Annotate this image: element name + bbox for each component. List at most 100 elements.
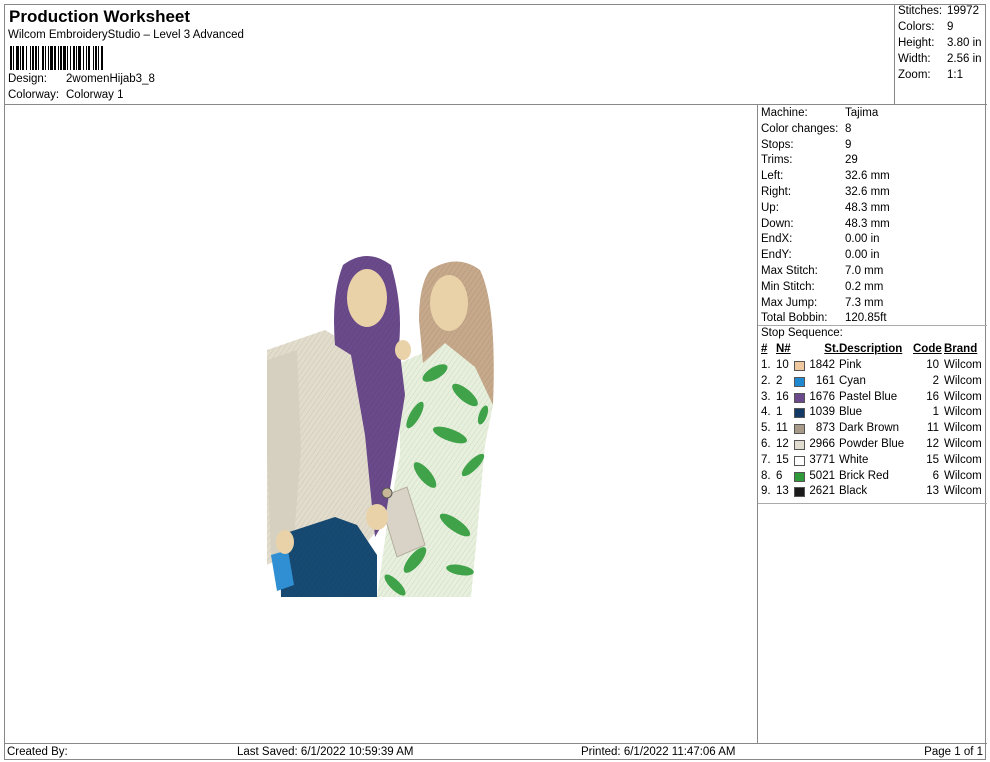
needle-number: 11 — [776, 422, 788, 435]
last-saved: Last Saved: 6/1/2022 10:59:39 AM — [237, 746, 414, 758]
thread-brand: Wilcom — [944, 422, 982, 435]
spec-row: Down: 48.3 mm — [761, 218, 890, 230]
thread-brand: Wilcom — [944, 374, 982, 387]
col-brand: Brand — [944, 343, 978, 355]
stop-index: 4. — [761, 406, 771, 419]
thread-brand: Wilcom — [944, 390, 982, 403]
spec-label: Down: — [761, 217, 794, 230]
design-summary: Stitches: 19972 Colors: 9 Height: 3.80 in W… — [895, 5, 987, 105]
stop-index: 2. — [761, 374, 771, 387]
thread-brand: Wilcom — [944, 438, 982, 450]
thread-description: Blue — [839, 406, 863, 419]
page-title: Production Worksheet — [9, 7, 191, 26]
stop-index: 8. — [761, 469, 771, 482]
design-name-row: Design: 2womenHijab3_8 — [8, 73, 155, 85]
spec-label: Total Bobbin: — [761, 312, 828, 325]
stop-sequence-title: Stop Sequence: — [761, 327, 843, 339]
stop-index: 6. — [761, 438, 771, 450]
thread-code: 16 — [926, 390, 939, 403]
spec-value: Tajima — [845, 107, 879, 119]
spec-label: Machine: — [761, 107, 808, 119]
col-index: # — [761, 343, 768, 355]
spec-row: Min Stitch: 0.2 mm — [761, 281, 883, 293]
software-name: Wilcom EmbroideryStudio – Level 3 Advanc… — [8, 29, 244, 41]
stop-row: 2. 2 161 Cyan 2 Wilcom — [761, 375, 987, 391]
spec-label: Up: — [761, 201, 779, 214]
created-by: Created By: — [7, 746, 68, 758]
spec-value: 120.85ft — [845, 312, 887, 325]
stop-row: 4. 1 1039 Blue 1 Wilcom — [761, 406, 987, 422]
design-label: Design: — [8, 73, 47, 85]
color-swatch — [794, 361, 805, 371]
stop-row: 1. 10 1842 Pink 10 Wilcom — [761, 359, 987, 375]
printed-date: Printed: 6/1/2022 11:47:06 AM — [581, 746, 736, 758]
thread-code: 12 — [926, 438, 939, 450]
stop-row: 7. 15 3771 White 15 Wilcom — [761, 454, 987, 470]
spec-row: Up: 48.3 mm — [761, 202, 890, 214]
colorway-label: Colorway: — [8, 89, 60, 101]
needle-number: 12 — [776, 438, 789, 450]
thread-code: 15 — [926, 453, 939, 466]
summary-stitches: Stitches: 19972 — [898, 5, 979, 17]
stop-index: 1. — [761, 359, 771, 371]
color-swatch — [794, 424, 805, 435]
spec-label: Color changes: — [761, 122, 839, 135]
colorway-value: Colorway 1 — [66, 89, 124, 101]
spec-row: Trims: 29 — [761, 154, 858, 166]
divider — [758, 325, 987, 326]
col-number: N# — [776, 343, 791, 355]
thread-description: Black — [839, 485, 868, 498]
thread-description: Dark Brown — [839, 422, 900, 435]
stop-row: 5. 11 873 Dark Brown 11 Wilcom — [761, 422, 987, 438]
color-swatch — [794, 408, 805, 419]
thread-code: 13 — [926, 485, 939, 498]
col-stitches: St. — [824, 343, 839, 355]
col-description: Description — [839, 343, 903, 355]
thread-description: Cyan — [839, 374, 866, 387]
spec-label: Trims: — [761, 154, 793, 167]
spec-value: 32.6 mm — [845, 170, 890, 183]
page-number: Page 1 of 1 — [924, 746, 983, 758]
stitch-count: 5021 — [809, 469, 835, 482]
thread-brand: Wilcom — [944, 469, 982, 482]
spec-value: 8 — [845, 122, 852, 135]
color-swatch — [794, 376, 805, 387]
stop-row: 6. 12 2966 Powder Blue 12 Wilcom — [761, 438, 987, 454]
spec-row: Color changes: 8 — [761, 123, 851, 135]
col-code: Code — [913, 343, 942, 355]
stitch-count: 1039 — [809, 406, 835, 419]
needle-number: 6 — [776, 469, 783, 482]
thread-code: 11 — [927, 422, 939, 435]
needle-number: 10 — [776, 359, 789, 371]
spec-value: 9 — [845, 138, 852, 151]
stop-index: 5. — [761, 422, 771, 435]
design-preview — [5, 105, 758, 743]
spec-value: 29 — [845, 154, 858, 167]
stop-row: 8. 6 5021 Brick Red 6 Wilcom — [761, 470, 987, 486]
spec-row: Max Stitch: 7.0 mm — [761, 265, 883, 277]
stitch-count: 2966 — [809, 438, 835, 450]
spec-row: Machine: Tajima — [761, 107, 878, 119]
needle-number: 1 — [776, 406, 783, 419]
spec-row: EndX: 0.00 in — [761, 233, 880, 245]
spec-label: Max Jump: — [761, 296, 818, 309]
divider — [758, 503, 987, 504]
barcode-bar — [103, 46, 104, 70]
spec-value: 7.3 mm — [845, 296, 884, 309]
stop-index: 9. — [761, 485, 771, 498]
thread-description: Powder Blue — [839, 438, 905, 450]
thread-code: 1 — [932, 406, 939, 419]
thread-code: 10 — [926, 359, 939, 371]
spec-label: Min Stitch: — [761, 280, 815, 293]
stop-row: 9. 13 2621 Black 13 Wilcom — [761, 485, 987, 501]
worksheet-header: Production Worksheet Wilcom EmbroiderySt… — [5, 5, 895, 105]
thread-description: Brick Red — [839, 469, 889, 482]
stitch-count: 2621 — [809, 485, 835, 498]
spec-label: Stops: — [761, 138, 794, 151]
spec-row: Max Jump: 7.3 mm — [761, 297, 883, 309]
embroidery-design-image — [267, 256, 494, 597]
colorway-row: Colorway: Colorway 1 — [8, 89, 124, 101]
stop-index: 3. — [761, 390, 771, 403]
spec-row: Right: 32.6 mm — [761, 186, 890, 198]
needle-number: 15 — [776, 453, 789, 466]
